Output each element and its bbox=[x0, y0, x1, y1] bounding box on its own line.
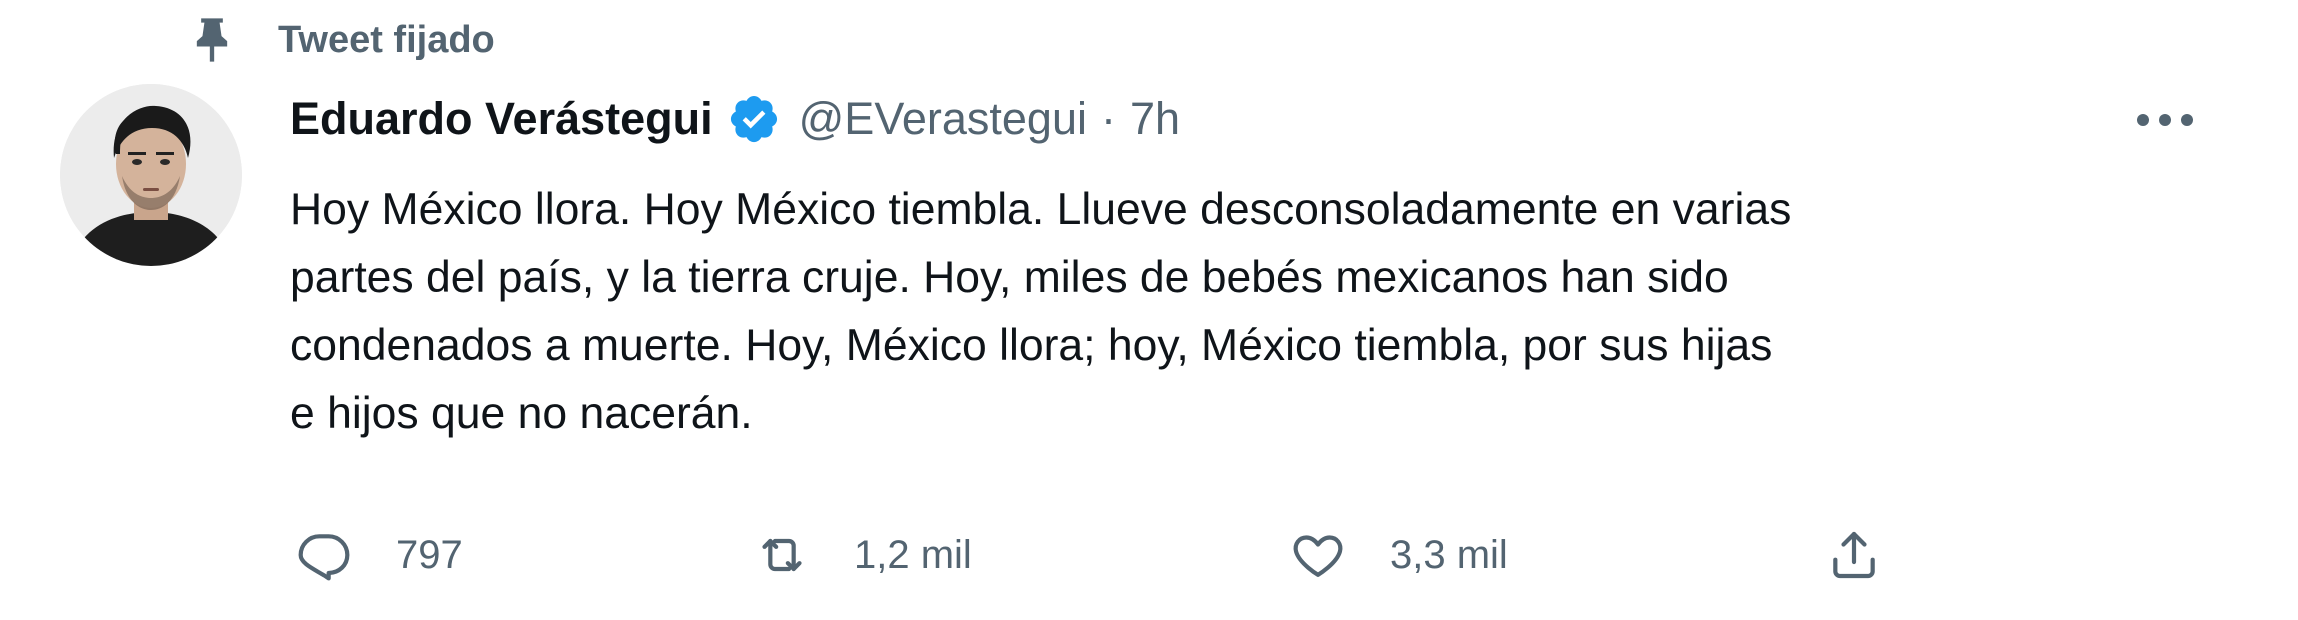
tweet-text: Hoy México llora. Hoy México tiembla. Ll… bbox=[290, 176, 2220, 448]
pinned-indicator: Tweet fijado bbox=[186, 14, 495, 66]
author-display-name[interactable]: Eduardo Verástegui bbox=[290, 93, 713, 145]
retweet-button[interactable]: 1,2 mil bbox=[754, 520, 972, 590]
verified-badge-icon bbox=[727, 92, 781, 146]
reply-count: 797 bbox=[396, 532, 463, 577]
tweet-text-line: partes del país, y la tierra cruje. Hoy,… bbox=[290, 253, 1729, 302]
more-icon bbox=[2135, 112, 2195, 133]
tweet-text-line: e hijos que no nacerán. bbox=[290, 389, 753, 438]
heart-icon bbox=[1290, 527, 1346, 583]
tweet-timestamp[interactable]: 7h bbox=[1130, 93, 1180, 145]
pinned-label: Tweet fijado bbox=[278, 18, 495, 61]
author-handle[interactable]: @EVerastegui bbox=[799, 93, 1087, 145]
avatar[interactable] bbox=[60, 84, 242, 266]
share-button[interactable] bbox=[1826, 520, 1882, 590]
pinned-tweet[interactable]: Tweet fijado Eduardo Verástegui @EVerast… bbox=[0, 0, 2298, 620]
retweet-count: 1,2 mil bbox=[854, 532, 972, 577]
like-button[interactable]: 3,3 mil bbox=[1290, 520, 1508, 590]
share-icon bbox=[1826, 527, 1882, 583]
tweet-text-line: condenados a muerte. Hoy, México llora; … bbox=[290, 321, 1773, 370]
more-options-button[interactable] bbox=[2130, 100, 2200, 144]
pin-icon bbox=[186, 14, 238, 66]
retweet-icon bbox=[754, 527, 810, 583]
reply-button[interactable]: 797 bbox=[296, 520, 463, 590]
like-count: 3,3 mil bbox=[1390, 532, 1508, 577]
reply-icon bbox=[296, 527, 352, 583]
header-separator: · bbox=[1100, 93, 1116, 144]
tweet-text-line: Hoy México llora. Hoy México tiembla. Ll… bbox=[290, 185, 1792, 234]
tweet-actions: 797 1,2 mil 3,3 mil bbox=[0, 520, 2298, 590]
tweet-header: Eduardo Verástegui @EVerastegui · 7h bbox=[290, 88, 1180, 150]
